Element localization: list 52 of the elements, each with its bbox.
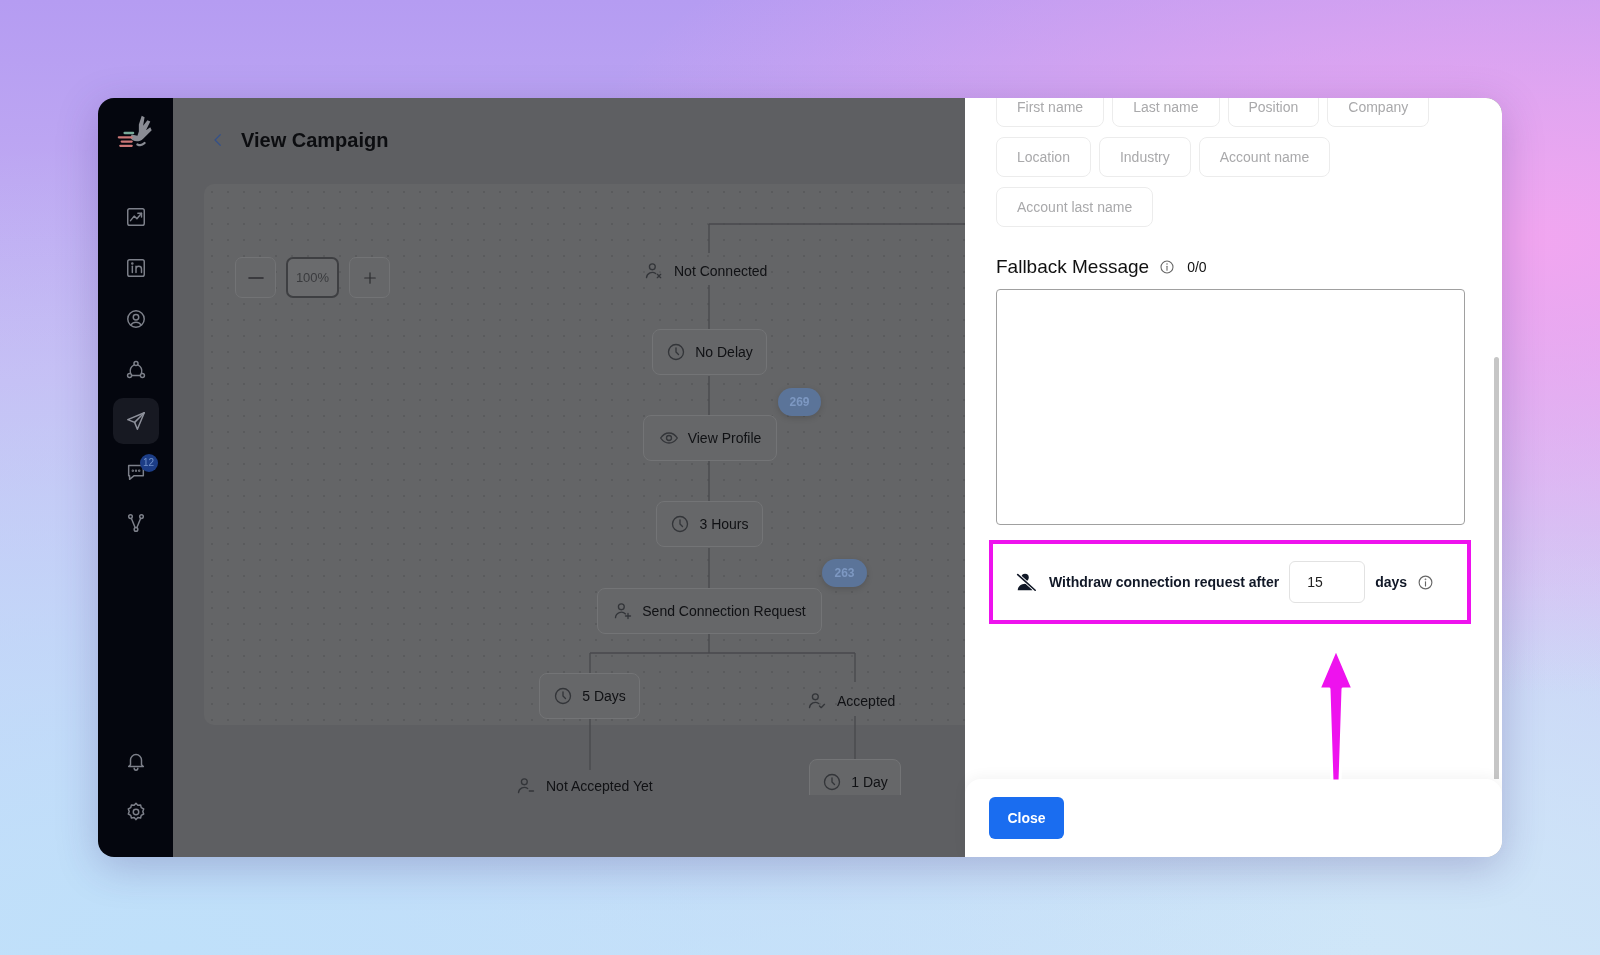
- message-field[interactable]: [996, 289, 1465, 525]
- section-label: Fallback Message: [996, 256, 1150, 278]
- node-label: 5 Days: [582, 688, 626, 704]
- user-plus-icon: [613, 601, 634, 621]
- chart-icon: [124, 206, 147, 228]
- variable-tag[interactable]: Account last name: [996, 187, 1154, 227]
- user-check-icon: [807, 691, 827, 711]
- withdraw-label: Withdraw connection request after: [1049, 574, 1280, 590]
- user-circle-icon: [124, 308, 147, 330]
- variable-tag[interactable]: Location: [996, 137, 1091, 177]
- minus-icon: [247, 276, 264, 279]
- clock-icon: [822, 772, 843, 792]
- variable-tag[interactable]: First name: [996, 98, 1105, 127]
- close-button[interactable]: Close: [989, 797, 1064, 839]
- network-icon: [124, 359, 147, 381]
- variable-tag[interactable]: Account name: [1198, 137, 1331, 177]
- flow-node[interactable]: 3 Hours: [656, 501, 763, 547]
- scrollbar-thumb[interactable]: [1494, 357, 1499, 779]
- page-title: View Campaign: [241, 128, 389, 152]
- clock-icon: [553, 686, 574, 706]
- days-input[interactable]: 15: [1289, 561, 1366, 603]
- status-label: Accepted: [837, 693, 896, 709]
- info-icon: [1417, 573, 1435, 591]
- user-icon: [516, 776, 536, 795]
- status-label: Not Connected: [674, 263, 768, 279]
- flow-node[interactable]: View Profile: [643, 415, 777, 461]
- unread-badge: 12: [139, 454, 158, 472]
- user-x-icon: [644, 261, 664, 281]
- node-label: No Delay: [695, 344, 753, 360]
- flow-node[interactable]: No Delay: [652, 329, 767, 375]
- nav-button[interactable]: 12: [112, 449, 159, 495]
- node-label: 3 Hours: [699, 516, 749, 532]
- send-icon: [124, 410, 147, 432]
- linkedin-icon: [124, 257, 147, 279]
- node-label: Send Connection Request: [642, 603, 806, 619]
- variable-tag[interactable]: Industry: [1098, 137, 1191, 177]
- clock-icon: [666, 342, 687, 362]
- info-icon: [1159, 259, 1176, 275]
- node-label: View Profile: [687, 430, 762, 446]
- status-label: Not Accepted Yet: [546, 778, 653, 794]
- character-counter: 0/0: [1187, 259, 1207, 275]
- unit-label: days: [1375, 574, 1408, 590]
- variable-tag[interactable]: Company: [1327, 98, 1430, 127]
- user-slash-icon: [1015, 571, 1037, 593]
- clock-icon: [670, 514, 691, 534]
- nav-button[interactable]: [112, 398, 159, 444]
- flow-node[interactable]: 5 Days: [539, 673, 640, 719]
- node-label: 1 Day: [851, 774, 888, 790]
- flow-node[interactable]: 1 Day: [809, 759, 901, 795]
- flow-node[interactable]: Send Connection Request: [597, 588, 822, 634]
- variable-tag[interactable]: Position: [1227, 98, 1320, 127]
- variable-tag[interactable]: Last name: [1112, 98, 1220, 127]
